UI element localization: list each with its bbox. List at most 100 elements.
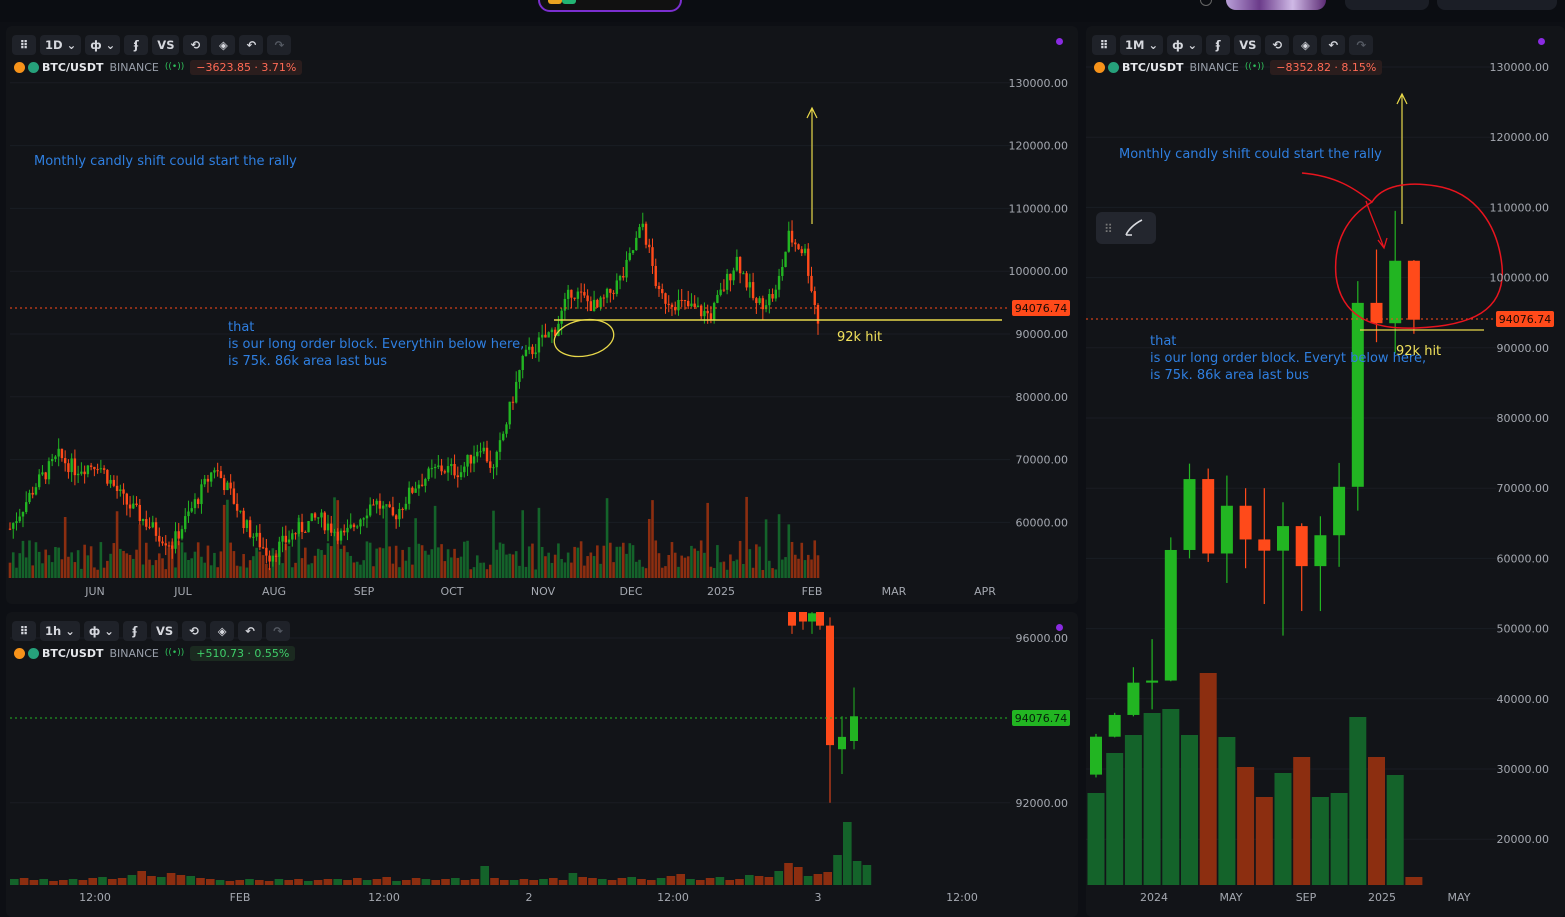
candle-body bbox=[476, 451, 479, 457]
avatar[interactable] bbox=[1226, 0, 1326, 10]
layers-button[interactable]: ◈ bbox=[210, 621, 235, 641]
volume-bar bbox=[1311, 797, 1329, 885]
candle-body bbox=[70, 458, 73, 473]
replay-button[interactable]: ⟲ bbox=[183, 35, 208, 55]
candle-type-button[interactable]: ф ⌄ bbox=[83, 621, 119, 641]
drag-handle-icon[interactable]: ⠿ bbox=[12, 621, 36, 641]
layers-button[interactable]: ◈ bbox=[1293, 35, 1318, 55]
undo-button[interactable]: ↶ bbox=[238, 621, 263, 641]
replay-button[interactable]: ⟲ bbox=[1265, 35, 1290, 55]
candle-body bbox=[472, 456, 476, 464]
candle-type-button[interactable]: ф ⌄ bbox=[85, 35, 121, 55]
chart-canvas-monthly[interactable]: Monthly candly shift could start the ral… bbox=[1086, 26, 1565, 917]
candle-body bbox=[453, 464, 456, 476]
candle-body bbox=[80, 471, 83, 474]
candle-body bbox=[167, 545, 171, 547]
redo-button[interactable]: ↷ bbox=[1349, 35, 1374, 55]
candle-body bbox=[284, 535, 288, 543]
volume-bar bbox=[518, 565, 521, 578]
layers-button[interactable]: ◈ bbox=[211, 35, 236, 55]
chart-canvas-daily[interactable]: Monthly candly shift could start the ral… bbox=[6, 26, 1078, 604]
symbol-name[interactable]: BTC/USDT bbox=[42, 61, 103, 74]
volume-bar bbox=[583, 565, 586, 578]
volume-bar bbox=[229, 542, 232, 578]
candle-body bbox=[651, 247, 654, 266]
undo-button[interactable]: ↶ bbox=[239, 35, 264, 55]
candle-body bbox=[255, 532, 258, 537]
redo-button[interactable]: ↷ bbox=[267, 35, 292, 55]
candle-body bbox=[417, 484, 421, 489]
replay-button[interactable]: ⟲ bbox=[182, 621, 207, 641]
volume-bar bbox=[287, 546, 291, 578]
volume-bar bbox=[430, 549, 434, 578]
volume-bar bbox=[132, 558, 135, 578]
y-tick-label: 110000.00 bbox=[1490, 201, 1550, 214]
compare-button[interactable]: VS bbox=[1234, 35, 1262, 55]
volume-bar bbox=[680, 555, 684, 578]
top-button[interactable] bbox=[1345, 0, 1429, 10]
candle-body bbox=[356, 526, 359, 528]
volume-bar bbox=[378, 547, 382, 578]
volume-bar bbox=[764, 877, 774, 885]
drag-handle-icon[interactable]: ⠿ bbox=[1092, 35, 1116, 55]
volume-bar bbox=[24, 557, 28, 578]
volume-bar bbox=[492, 510, 495, 578]
volume-bar bbox=[490, 878, 499, 885]
symbol-name[interactable]: BTC/USDT bbox=[1122, 61, 1183, 74]
candle-body bbox=[206, 478, 210, 482]
candle-body bbox=[495, 451, 498, 468]
indicators-button[interactable]: ʄ bbox=[1206, 35, 1231, 55]
volume-bar bbox=[381, 548, 385, 578]
volume-bar bbox=[213, 552, 216, 578]
candle-body bbox=[618, 275, 622, 281]
volume-bar bbox=[355, 561, 359, 578]
compare-button[interactable]: VS bbox=[150, 621, 179, 641]
volume-bar bbox=[375, 548, 378, 578]
chart-panel-monthly[interactable]: Monthly candly shift could start the ral… bbox=[1086, 26, 1565, 917]
interval-select[interactable]: 1h ⌄ bbox=[40, 621, 80, 641]
volume-bar bbox=[281, 563, 284, 578]
candle-body bbox=[1239, 505, 1252, 540]
interval-select[interactable]: 1D ⌄ bbox=[40, 35, 82, 55]
volume-bar bbox=[147, 876, 156, 885]
volume-bar bbox=[777, 514, 781, 578]
symbol-name[interactable]: BTC/USDT bbox=[42, 647, 103, 660]
volume-bar bbox=[686, 556, 690, 578]
volume-bar bbox=[329, 546, 333, 578]
volume-bar bbox=[28, 540, 31, 578]
chart-panel-hourly[interactable]: 96000.00 92000.00 12:00 FEB 12:00 2 12:00 3 12:0… bbox=[6, 612, 1078, 917]
candle-body bbox=[106, 469, 109, 484]
top-button[interactable] bbox=[1437, 0, 1557, 10]
indicators-button[interactable]: ʄ bbox=[124, 35, 149, 55]
volume-bar bbox=[472, 567, 476, 578]
volume-bar bbox=[63, 516, 67, 578]
brush-icon bbox=[1125, 219, 1143, 236]
chevron-down-icon: ⌄ bbox=[105, 38, 116, 52]
chevron-down-icon: ⌄ bbox=[1148, 38, 1159, 52]
compare-button[interactable]: VS bbox=[152, 35, 180, 55]
candle-body bbox=[459, 472, 463, 478]
chart-panel-daily[interactable]: Monthly candly shift could start the ral… bbox=[6, 26, 1078, 604]
interval-select[interactable]: 1M ⌄ bbox=[1120, 35, 1164, 55]
candle-body bbox=[755, 298, 758, 304]
candle-body bbox=[67, 463, 70, 473]
volume-bar bbox=[186, 876, 195, 885]
undo-button[interactable]: ↶ bbox=[1321, 35, 1346, 55]
status-icon[interactable] bbox=[1200, 0, 1212, 6]
candle-body bbox=[430, 468, 434, 470]
volume-bar bbox=[768, 560, 771, 578]
top-tab-pill[interactable] bbox=[538, 0, 682, 12]
y-tick-label: 30000.00 bbox=[1497, 763, 1550, 776]
candle-body bbox=[797, 244, 800, 250]
volume-bar bbox=[193, 551, 197, 578]
candle-body bbox=[362, 518, 365, 520]
candle-body bbox=[177, 531, 180, 539]
indicators-button[interactable]: ʄ bbox=[122, 621, 147, 641]
drawing-tool-button[interactable]: ⠿ bbox=[1096, 212, 1156, 244]
drag-handle-icon[interactable]: ⠿ bbox=[12, 35, 36, 55]
candle-type-button[interactable]: ф ⌄ bbox=[1167, 35, 1203, 55]
volume-bar bbox=[401, 549, 404, 578]
candle-body bbox=[278, 541, 281, 557]
candle-body bbox=[751, 282, 755, 299]
redo-button[interactable]: ↷ bbox=[266, 621, 291, 641]
